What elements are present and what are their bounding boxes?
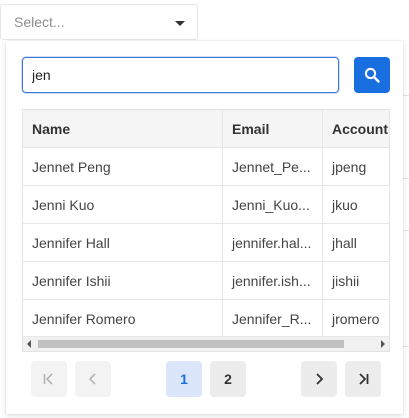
cell-name: Jennifer Hall	[23, 224, 223, 261]
search-button[interactable]	[354, 57, 390, 93]
cell-email: Jennifer_R...	[232, 310, 312, 327]
scroll-right-icon[interactable]	[381, 340, 385, 348]
chevron-right-icon	[312, 372, 326, 386]
horizontal-scrollbar[interactable]	[23, 336, 389, 351]
cell-account: jishii	[332, 272, 360, 289]
cell-account: jkuo	[332, 196, 358, 213]
column-header-name[interactable]: Name	[23, 110, 223, 147]
scroll-left-icon[interactable]	[27, 340, 31, 348]
page-button-2[interactable]: 2	[210, 361, 246, 397]
chevron-left-icon	[86, 372, 100, 386]
search-icon	[364, 67, 380, 83]
caret-down-icon	[175, 21, 185, 26]
last-page-icon	[356, 372, 370, 386]
cell-email: Jenni_Kuo...	[232, 196, 310, 213]
table-header-row: Name Email Account	[23, 110, 389, 148]
previous-page-button[interactable]	[75, 361, 111, 397]
table-row[interactable]: Jennifer Romero Jennifer_R... jromero	[23, 300, 389, 338]
page-button-1[interactable]: 1	[166, 361, 202, 397]
cell-name: Jennet Peng	[23, 148, 223, 185]
last-page-button[interactable]	[345, 361, 381, 397]
table-row[interactable]: Jenni Kuo Jenni_Kuo... jkuo	[23, 186, 389, 224]
table-row[interactable]: Jennifer Ishii jennifer.ish... jishii	[23, 262, 389, 300]
next-page-button[interactable]	[301, 361, 337, 397]
cell-name: Jenni Kuo	[23, 186, 223, 223]
table-row[interactable]: Jennet Peng Jennet_Pe... jpeng	[23, 148, 389, 186]
search-input[interactable]	[22, 57, 339, 93]
cell-account: jhall	[332, 234, 357, 251]
select-dropdown-panel: Name Email Account Jennet Peng Jennet_Pe…	[6, 41, 403, 414]
first-page-button[interactable]	[31, 361, 67, 397]
cell-email: Jennet_Pe...	[232, 158, 311, 175]
cell-email: jennifer.hal...	[232, 234, 312, 251]
cell-account: jromero	[332, 310, 380, 327]
cell-account: jpeng	[332, 158, 367, 175]
results-table[interactable]: Name Email Account Jennet Peng Jennet_Pe…	[22, 109, 390, 352]
table-row[interactable]: Jennifer Hall jennifer.hal... jhall	[23, 224, 389, 262]
column-header-account[interactable]: Account	[323, 110, 389, 147]
cell-email: jennifer.ish...	[232, 272, 311, 289]
first-page-icon	[42, 372, 56, 386]
select-placeholder: Select...	[14, 14, 65, 30]
column-header-email[interactable]: Email	[223, 110, 323, 147]
scrollbar-thumb[interactable]	[38, 340, 344, 348]
cell-name: Jennifer Romero	[23, 300, 223, 337]
user-select[interactable]: Select...	[0, 4, 198, 40]
cell-name: Jennifer Ishii	[23, 262, 223, 299]
